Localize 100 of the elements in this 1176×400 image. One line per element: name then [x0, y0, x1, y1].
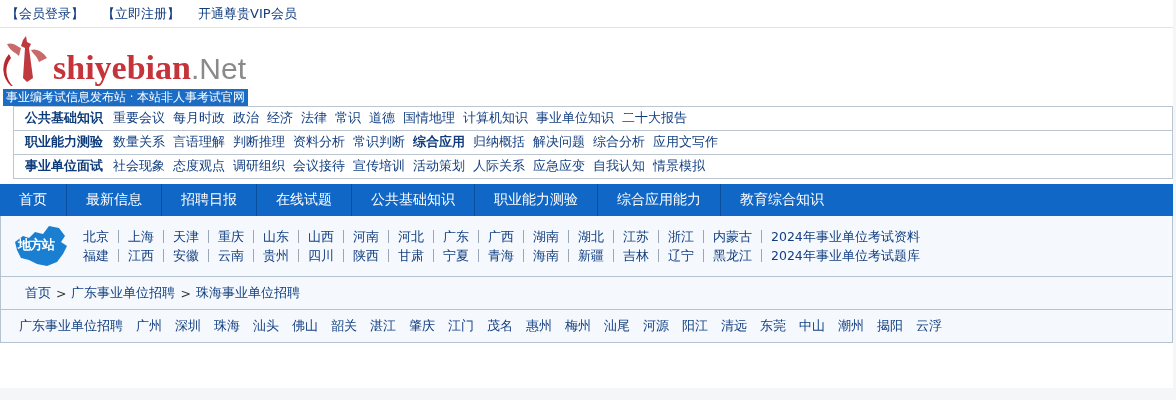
region-link[interactable]: 江苏: [613, 230, 658, 243]
region-link[interactable]: 山东: [253, 230, 298, 243]
keyword-link[interactable]: 国情地理: [403, 110, 455, 127]
keyword-link[interactable]: 数量关系: [113, 134, 165, 151]
city-link[interactable]: 阳江: [682, 317, 708, 335]
keyword-link[interactable]: 常识: [335, 110, 361, 127]
nav-item[interactable]: 教育综合知识: [721, 184, 843, 216]
breadcrumb-separator: >: [56, 285, 67, 301]
region-link[interactable]: 湖南: [523, 230, 568, 243]
keyword-link[interactable]: 会议接待: [293, 158, 345, 175]
keyword-link[interactable]: 社会现象: [113, 158, 165, 175]
region-link[interactable]: 福建: [83, 249, 118, 262]
region-link[interactable]: 2024年事业单位考试资料: [761, 230, 929, 243]
city-link[interactable]: 佛山: [292, 317, 318, 335]
city-link[interactable]: 茂名: [487, 317, 513, 335]
city-link[interactable]: 潮州: [838, 317, 864, 335]
keyword-link[interactable]: 二十大报告: [622, 110, 687, 127]
city-link[interactable]: 汕头: [253, 317, 279, 335]
region-link[interactable]: 甘肃: [388, 249, 433, 262]
keyword-link[interactable]: 应急应变: [533, 158, 585, 175]
region-link[interactable]: 四川: [298, 249, 343, 262]
keyword-link[interactable]: 解决问题: [533, 134, 585, 151]
region-link[interactable]: 新疆: [568, 249, 613, 262]
keyword-link[interactable]: 归纳概括: [473, 134, 525, 151]
city-link[interactable]: 肇庆: [409, 317, 435, 335]
breadcrumb-link[interactable]: 首页: [25, 284, 51, 302]
city-link[interactable]: 河源: [643, 317, 669, 335]
keyword-link[interactable]: 经济: [267, 110, 293, 127]
region-link[interactable]: 青海: [478, 249, 523, 262]
city-link[interactable]: 江门: [448, 317, 474, 335]
region-link[interactable]: 重庆: [208, 230, 253, 243]
region-link[interactable]: 内蒙古: [703, 230, 761, 243]
region-link[interactable]: 浙江: [658, 230, 703, 243]
city-link[interactable]: 广东事业单位招聘: [19, 317, 123, 335]
region-link[interactable]: 陕西: [343, 249, 388, 262]
keyword-link[interactable]: 调研组织: [233, 158, 285, 175]
city-link[interactable]: 珠海: [214, 317, 240, 335]
keyword-link[interactable]: 综合应用: [413, 134, 465, 151]
city-link[interactable]: 中山: [799, 317, 825, 335]
city-link[interactable]: 云浮: [916, 317, 942, 335]
breadcrumb-link[interactable]: 珠海事业单位招聘: [195, 284, 300, 302]
category-label[interactable]: 事业单位面试: [25, 158, 103, 175]
region-link[interactable]: 湖北: [568, 230, 613, 243]
category-label[interactable]: 职业能力测验: [25, 134, 103, 151]
keyword-link[interactable]: 重要会议: [113, 110, 165, 127]
keyword-link[interactable]: 活动策划: [413, 158, 465, 175]
top-link[interactable]: 开通尊贵VIP会员: [198, 4, 297, 23]
keyword-link[interactable]: 常识判断: [353, 134, 405, 151]
region-link[interactable]: 安徽: [163, 249, 208, 262]
keyword-link[interactable]: 判断推理: [233, 134, 285, 151]
keyword-link[interactable]: 应用文写作: [653, 134, 718, 151]
keyword-link[interactable]: 每月时政: [173, 110, 225, 127]
keyword-link[interactable]: 态度观点: [173, 158, 225, 175]
region-link[interactable]: 宁夏: [433, 249, 478, 262]
keyword-link[interactable]: 法律: [301, 110, 327, 127]
keyword-link[interactable]: 资料分析: [293, 134, 345, 151]
city-link[interactable]: 汕尾: [604, 317, 630, 335]
region-link[interactable]: 北京: [83, 230, 118, 243]
top-link[interactable]: 【会员登录】: [6, 4, 84, 23]
region-link[interactable]: 河南: [343, 230, 388, 243]
tagline: 事业编考试信息发布站 · 本站非人事考试官网: [3, 89, 248, 106]
region-link[interactable]: 辽宁: [658, 249, 703, 262]
region-link[interactable]: 上海: [118, 230, 163, 243]
keyword-link[interactable]: 政治: [233, 110, 259, 127]
region-link[interactable]: 广西: [478, 230, 523, 243]
city-link[interactable]: 韶关: [331, 317, 357, 335]
region-link[interactable]: 天津: [163, 230, 208, 243]
keyword-link[interactable]: 综合分析: [593, 134, 645, 151]
region-link[interactable]: 吉林: [613, 249, 658, 262]
region-link[interactable]: 海南: [523, 249, 568, 262]
keyword-link[interactable]: 道德: [369, 110, 395, 127]
region-link[interactable]: 云南: [208, 249, 253, 262]
region-link[interactable]: 黑龙江: [703, 249, 761, 262]
region-link[interactable]: 山西: [298, 230, 343, 243]
region-link[interactable]: 2024年事业单位考试题库: [761, 249, 929, 262]
category-label[interactable]: 公共基础知识: [25, 110, 103, 127]
keyword-link[interactable]: 情景模拟: [653, 158, 705, 175]
breadcrumb-link[interactable]: 广东事业单位招聘: [71, 284, 176, 302]
city-link[interactable]: 东莞: [760, 317, 786, 335]
keyword-link[interactable]: 人际关系: [473, 158, 525, 175]
breadcrumb-separator: >: [180, 285, 191, 301]
region-link[interactable]: 河北: [388, 230, 433, 243]
keyword-link[interactable]: 言语理解: [173, 134, 225, 151]
logo-name: shiyebian: [53, 50, 191, 86]
city-link[interactable]: 梅州: [565, 317, 591, 335]
city-link[interactable]: 惠州: [526, 317, 552, 335]
keyword-link[interactable]: 宣传培训: [353, 158, 405, 175]
region-link[interactable]: 江西: [118, 249, 163, 262]
top-link[interactable]: 【立即注册】: [102, 4, 180, 23]
city-link[interactable]: 广州: [136, 317, 162, 335]
keyword-link[interactable]: 事业单位知识: [536, 110, 614, 127]
keyword-link[interactable]: 自我认知: [593, 158, 645, 175]
city-link[interactable]: 揭阳: [877, 317, 903, 335]
keyword-link[interactable]: 计算机知识: [463, 110, 528, 127]
region-link[interactable]: 广东: [433, 230, 478, 243]
china-map-icon: [13, 224, 69, 268]
city-link[interactable]: 深圳: [175, 317, 201, 335]
region-link[interactable]: 贵州: [253, 249, 298, 262]
city-link[interactable]: 湛江: [370, 317, 396, 335]
city-link[interactable]: 清远: [721, 317, 747, 335]
